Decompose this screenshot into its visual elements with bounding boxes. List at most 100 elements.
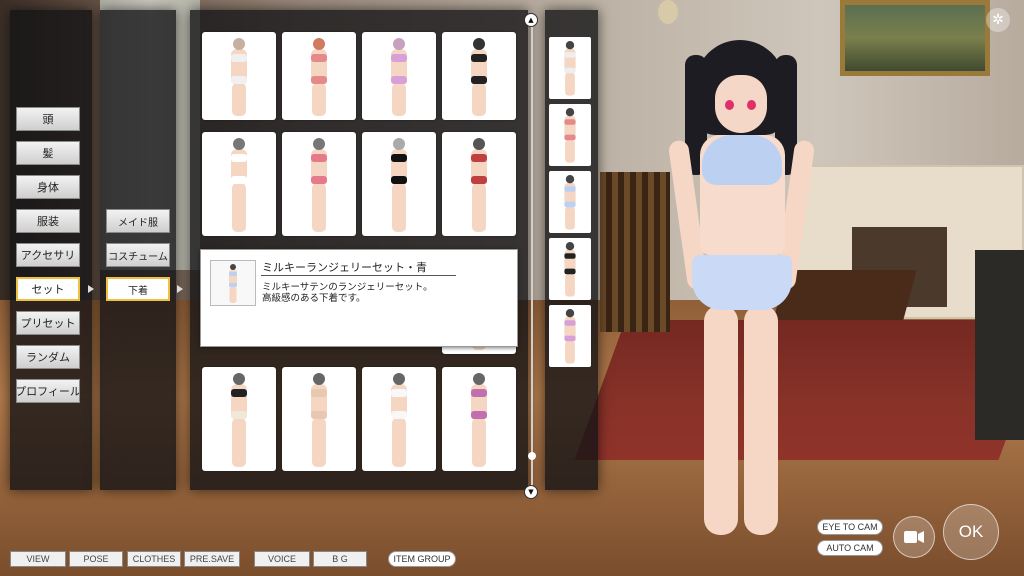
figure-head	[393, 38, 405, 50]
figure-top	[391, 54, 407, 62]
category-clothing-button[interactable]: 服装	[16, 209, 80, 233]
gear-icon[interactable]: ✲	[986, 8, 1010, 32]
item-card[interactable]	[362, 132, 436, 236]
selected-thumbnail[interactable]	[549, 104, 591, 166]
figure-head	[565, 175, 575, 184]
item-card[interactable]	[202, 132, 276, 236]
figure-bottom	[471, 411, 487, 419]
category-preset-button[interactable]: プリセット	[16, 311, 80, 335]
category-accessory-button[interactable]: アクセサリ	[16, 243, 80, 267]
category-set-button[interactable]: セット	[16, 277, 80, 301]
figure-bottom	[564, 268, 576, 275]
category-body-button[interactable]: 身体	[16, 175, 80, 199]
subcategory-underwear-button[interactable]: 下着	[106, 277, 170, 301]
auto-cam-button[interactable]: AUTO CAM	[817, 540, 883, 556]
tooltip-divider	[261, 275, 456, 276]
thumbnail-figure	[562, 309, 577, 364]
figure-bottom	[311, 76, 327, 84]
item-group-button[interactable]: ITEM GROUP	[388, 551, 456, 567]
scroll-up-icon[interactable]: ▲	[524, 13, 538, 27]
painting	[840, 0, 990, 76]
panties	[692, 255, 792, 310]
item-card[interactable]	[442, 32, 516, 120]
figure-bottom	[471, 76, 487, 84]
video-camera-icon[interactable]	[893, 516, 935, 558]
item-card[interactable]	[442, 132, 516, 236]
figure-head	[565, 41, 575, 50]
subcategory-maid-button[interactable]: メイド服	[106, 209, 170, 233]
category-hair-button[interactable]: 髪	[16, 141, 80, 165]
pre-save-button[interactable]: PRE.SAVE	[184, 551, 240, 567]
figure-top	[391, 154, 407, 162]
figure-top	[229, 272, 237, 276]
character-model[interactable]	[660, 40, 820, 540]
figure-legs	[392, 418, 406, 467]
thumbnail-figure	[562, 108, 577, 163]
item-figure	[468, 138, 490, 232]
face	[715, 75, 767, 133]
figure-head	[473, 38, 485, 50]
category-head-button[interactable]: 頭	[16, 107, 80, 131]
bg-button[interactable]: B G	[313, 551, 367, 567]
view-button[interactable]: VIEW	[10, 551, 66, 567]
voice-button[interactable]: VOICE	[254, 551, 310, 567]
figure-head	[233, 38, 245, 50]
pose-button[interactable]: POSE	[69, 551, 123, 567]
figure-head	[313, 373, 325, 385]
clothes-button[interactable]: CLOTHES	[127, 551, 181, 567]
item-card[interactable]	[202, 32, 276, 120]
ok-button[interactable]: OK	[943, 504, 999, 560]
grid-scrollbar[interactable]	[531, 14, 533, 492]
scroll-thumb[interactable]	[528, 452, 536, 460]
figure-head	[233, 373, 245, 385]
tooltip-description-line-2: 高級感のある下着です。	[262, 293, 366, 304]
sofa-right	[975, 250, 1024, 440]
figure-legs	[565, 273, 575, 297]
figure-legs	[472, 418, 486, 467]
figure-bottom	[391, 176, 407, 184]
figure-top	[471, 54, 487, 62]
figure-bottom	[564, 335, 576, 342]
figure-bottom	[471, 176, 487, 184]
item-figure	[468, 373, 490, 467]
tooltip-description-line-1: ミルキーサテンのランジェリーセット。	[262, 282, 433, 293]
item-figure	[308, 373, 330, 467]
item-card[interactable]	[202, 367, 276, 471]
video-camera-glyph	[904, 531, 924, 543]
item-tooltip: ミルキーランジェリーセット・青 ミルキーサテンのランジェリーセット。 高級感のあ…	[200, 249, 518, 347]
item-card[interactable]	[362, 367, 436, 471]
tooltip-figure	[228, 264, 239, 303]
selected-thumbnail[interactable]	[549, 171, 591, 233]
item-card[interactable]	[442, 367, 516, 471]
selected-thumbnail[interactable]	[549, 37, 591, 99]
figure-head	[393, 373, 405, 385]
figure-legs	[392, 83, 406, 116]
item-card[interactable]	[282, 132, 356, 236]
figure-head	[565, 108, 575, 117]
category-profile-button[interactable]: プロフィール	[16, 379, 80, 403]
figure-bottom	[564, 134, 576, 141]
subcategory-costume-button[interactable]: コスチューム	[106, 243, 170, 267]
category-random-button[interactable]: ランダム	[16, 345, 80, 369]
figure-top	[471, 389, 487, 397]
figure-top	[564, 119, 576, 125]
figure-top	[471, 154, 487, 162]
item-figure	[468, 38, 490, 116]
scroll-down-icon[interactable]: ▼	[524, 485, 538, 499]
figure-bottom	[231, 411, 247, 419]
selected-thumbnail[interactable]	[549, 238, 591, 300]
item-card[interactable]	[282, 32, 356, 120]
figure-legs	[232, 183, 246, 232]
eye-to-cam-button[interactable]: EYE TO CAM	[817, 519, 883, 535]
leg-left	[704, 305, 738, 535]
figure-head	[473, 138, 485, 150]
item-card[interactable]	[282, 367, 356, 471]
selected-thumbnail[interactable]	[549, 305, 591, 367]
chevron-right-icon	[177, 285, 183, 293]
item-figure	[308, 138, 330, 232]
eye-right	[747, 100, 756, 110]
figure-head	[473, 373, 485, 385]
item-card[interactable]	[362, 32, 436, 120]
figure-bottom	[564, 67, 576, 74]
figure-legs	[472, 83, 486, 116]
